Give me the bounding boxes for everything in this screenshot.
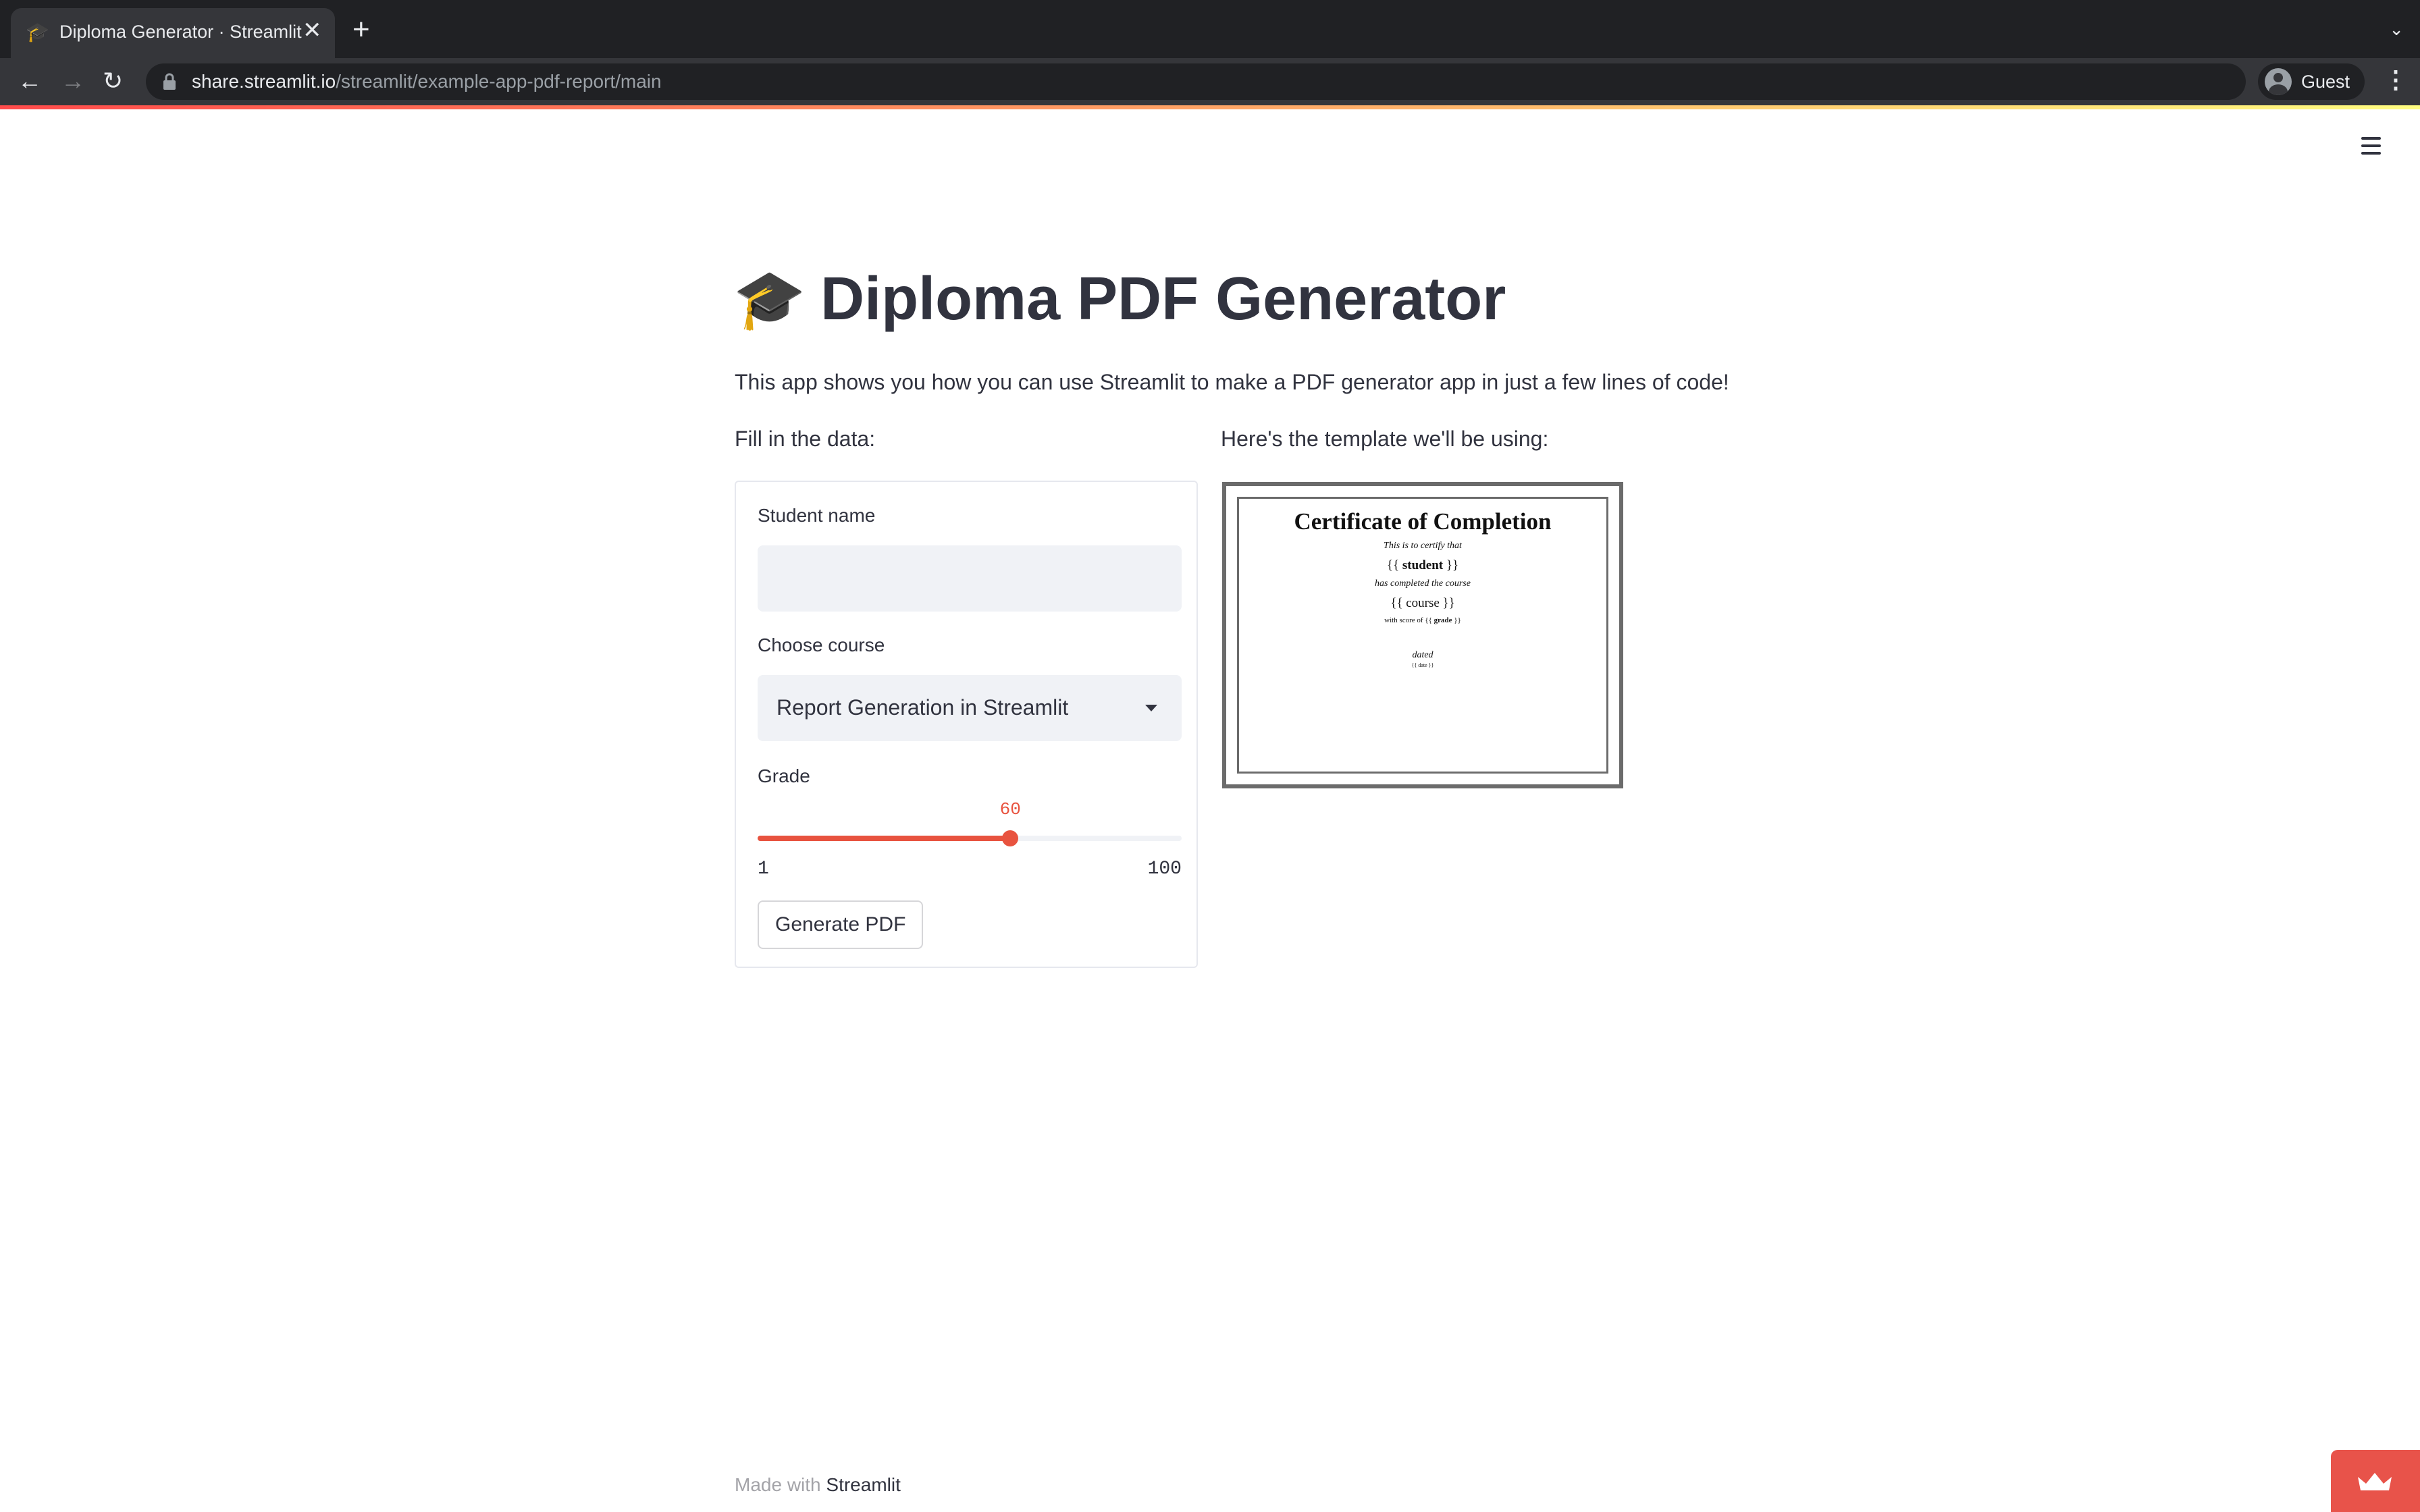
profile-icon: [2265, 68, 2292, 95]
certificate-line-2: has completed the course: [1375, 578, 1471, 589]
slider-track[interactable]: [758, 830, 1182, 846]
grade-slider[interactable]: 60 1 100: [758, 799, 1182, 880]
profile-label: Guest: [2301, 72, 2350, 92]
slider-current-value: 60: [999, 799, 1021, 819]
course-select[interactable]: Report Generation in Streamlit: [758, 675, 1182, 741]
address-bar[interactable]: share.streamlit.io/streamlit/example-app…: [146, 63, 2246, 100]
certificate-student-var: {{ student }}: [1386, 558, 1459, 572]
reload-button[interactable]: ↻: [103, 69, 123, 93]
slider-thumb[interactable]: [1002, 830, 1019, 846]
browser-tab-bar: 🎓 Diploma Generator · Streamlit ✕ + ⌄: [0, 0, 2420, 58]
footer: Made with Streamlit: [735, 1474, 901, 1496]
slider-max-label: 100: [1147, 859, 1182, 880]
profile-button[interactable]: Guest: [2258, 63, 2365, 100]
streamlit-viewer-badge[interactable]: [2331, 1450, 2420, 1512]
footer-prefix: Made with: [735, 1474, 826, 1495]
slider-min-label: 1: [758, 859, 769, 880]
url-path: /streamlit/example-app-pdf-report/main: [336, 71, 662, 92]
hamburger-menu-icon[interactable]: [2359, 134, 2384, 158]
student-name-label: Student name: [758, 505, 876, 526]
new-tab-button[interactable]: +: [352, 15, 370, 45]
tab-search-chevron-icon[interactable]: ⌄: [2389, 20, 2404, 38]
graduation-cap-icon: 🎓: [26, 22, 49, 43]
template-column-label: Here's the template we'll be using:: [1221, 427, 1549, 451]
browser-toolbar: ← → ↻ share.streamlit.io/streamlit/examp…: [0, 58, 2420, 105]
form-column-label: Fill in the data:: [735, 427, 876, 451]
certificate-date-var: {{ date }}: [1411, 662, 1434, 668]
page-title-text: Diploma PDF Generator: [820, 265, 1506, 333]
url-host: share.streamlit.io: [192, 71, 336, 92]
close-tab-icon[interactable]: ✕: [302, 19, 322, 42]
slider-fill: [758, 836, 1011, 841]
course-label: Choose course: [758, 634, 885, 655]
browser-menu-icon[interactable]: ⋮: [2384, 68, 2408, 92]
certificate-score-line: with score of {{ grade }}: [1384, 616, 1461, 624]
intro-text: This app shows you how you can use Strea…: [735, 370, 1729, 394]
grade-label: Grade: [758, 765, 810, 786]
header-decoration-bar: [0, 105, 2420, 109]
forward-button[interactable]: →: [61, 69, 85, 93]
chevron-down-icon: [1145, 705, 1157, 711]
certificate-inner-border: Certificate of Completion This is to cer…: [1237, 497, 1608, 774]
certificate-line-1: This is to certify that: [1384, 541, 1462, 551]
browser-tab[interactable]: 🎓 Diploma Generator · Streamlit ✕: [11, 8, 335, 58]
back-button[interactable]: ←: [18, 69, 42, 93]
footer-streamlit-link[interactable]: Streamlit: [826, 1474, 900, 1495]
graduation-cap-icon: 🎓: [733, 267, 806, 332]
page-title: 🎓 Diploma PDF Generator: [733, 265, 1506, 334]
certificate-course-var: {{ course }}: [1390, 596, 1455, 610]
certificate-dated: dated: [1412, 650, 1433, 660]
diploma-form: Student name Choose course Report Genera…: [735, 481, 1198, 968]
student-name-input[interactable]: [758, 545, 1182, 612]
generate-pdf-button[interactable]: Generate PDF: [758, 900, 924, 949]
course-select-value: Report Generation in Streamlit: [777, 695, 1069, 720]
url-text: share.streamlit.io/streamlit/example-app…: [192, 71, 662, 92]
certificate-template-image: Certificate of Completion This is to cer…: [1222, 482, 1623, 788]
lock-icon[interactable]: [162, 73, 177, 94]
crown-icon: [2355, 1467, 2394, 1498]
tab-title: Diploma Generator · Streamlit: [59, 22, 302, 42]
certificate-title: Certificate of Completion: [1294, 508, 1552, 535]
